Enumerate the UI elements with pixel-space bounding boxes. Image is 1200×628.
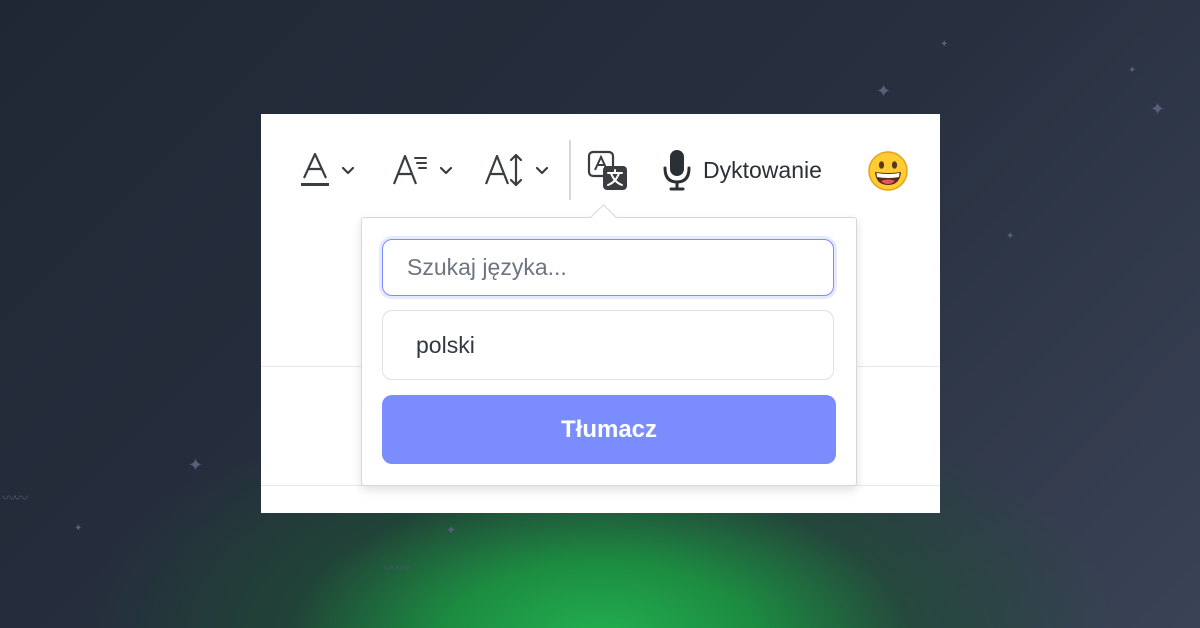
translate-popover: polski Tłumacz [361,204,857,486]
text-color-button[interactable] [299,150,357,190]
paragraph-style-button[interactable] [391,150,455,190]
sparkle-decoration: ✦ [446,523,457,537]
language-option[interactable]: polski [382,310,834,380]
squiggle-decoration: 〰〰 [384,560,410,576]
editor-toolbar: Dyktowanie [261,114,940,214]
language-option-label: polski [416,331,475,358]
microphone-icon [663,150,691,191]
translate-icon [587,150,627,190]
sparkle-decoration: ✦ [188,455,204,475]
language-search-input[interactable] [382,239,834,296]
emoji-icon [868,151,908,191]
emoji-button[interactable] [867,150,909,192]
dictation-label: Dyktowanie [703,156,822,183]
sparkle-decoration: ✦ [940,39,949,50]
chevron-down-icon [341,166,355,175]
sparkle-decoration: ✦ [74,523,83,534]
translate-submit-label: Tłumacz [560,415,658,443]
editor-card: Dyktowanie polski Tłumacz [261,114,940,513]
paragraph-style-icon [392,154,427,185]
sparkle-decoration: ✦ [1006,231,1015,242]
sparkle-decoration: ✦ [876,81,892,101]
squiggle-decoration: 〰〰 [2,490,28,506]
font-size-button[interactable] [483,150,551,190]
sparkle-decoration: ✦ [1150,99,1166,119]
font-size-icon [484,153,523,187]
sparkle-decoration: ✦ [1128,65,1137,76]
text-color-icon [301,152,329,186]
translate-submit-button[interactable]: Tłumacz [382,395,836,464]
dictation-button[interactable]: Dyktowanie [661,148,822,192]
translate-button[interactable] [587,150,629,192]
toolbar-separator [569,140,571,200]
chevron-down-icon [535,166,549,175]
chevron-down-icon [439,166,453,175]
